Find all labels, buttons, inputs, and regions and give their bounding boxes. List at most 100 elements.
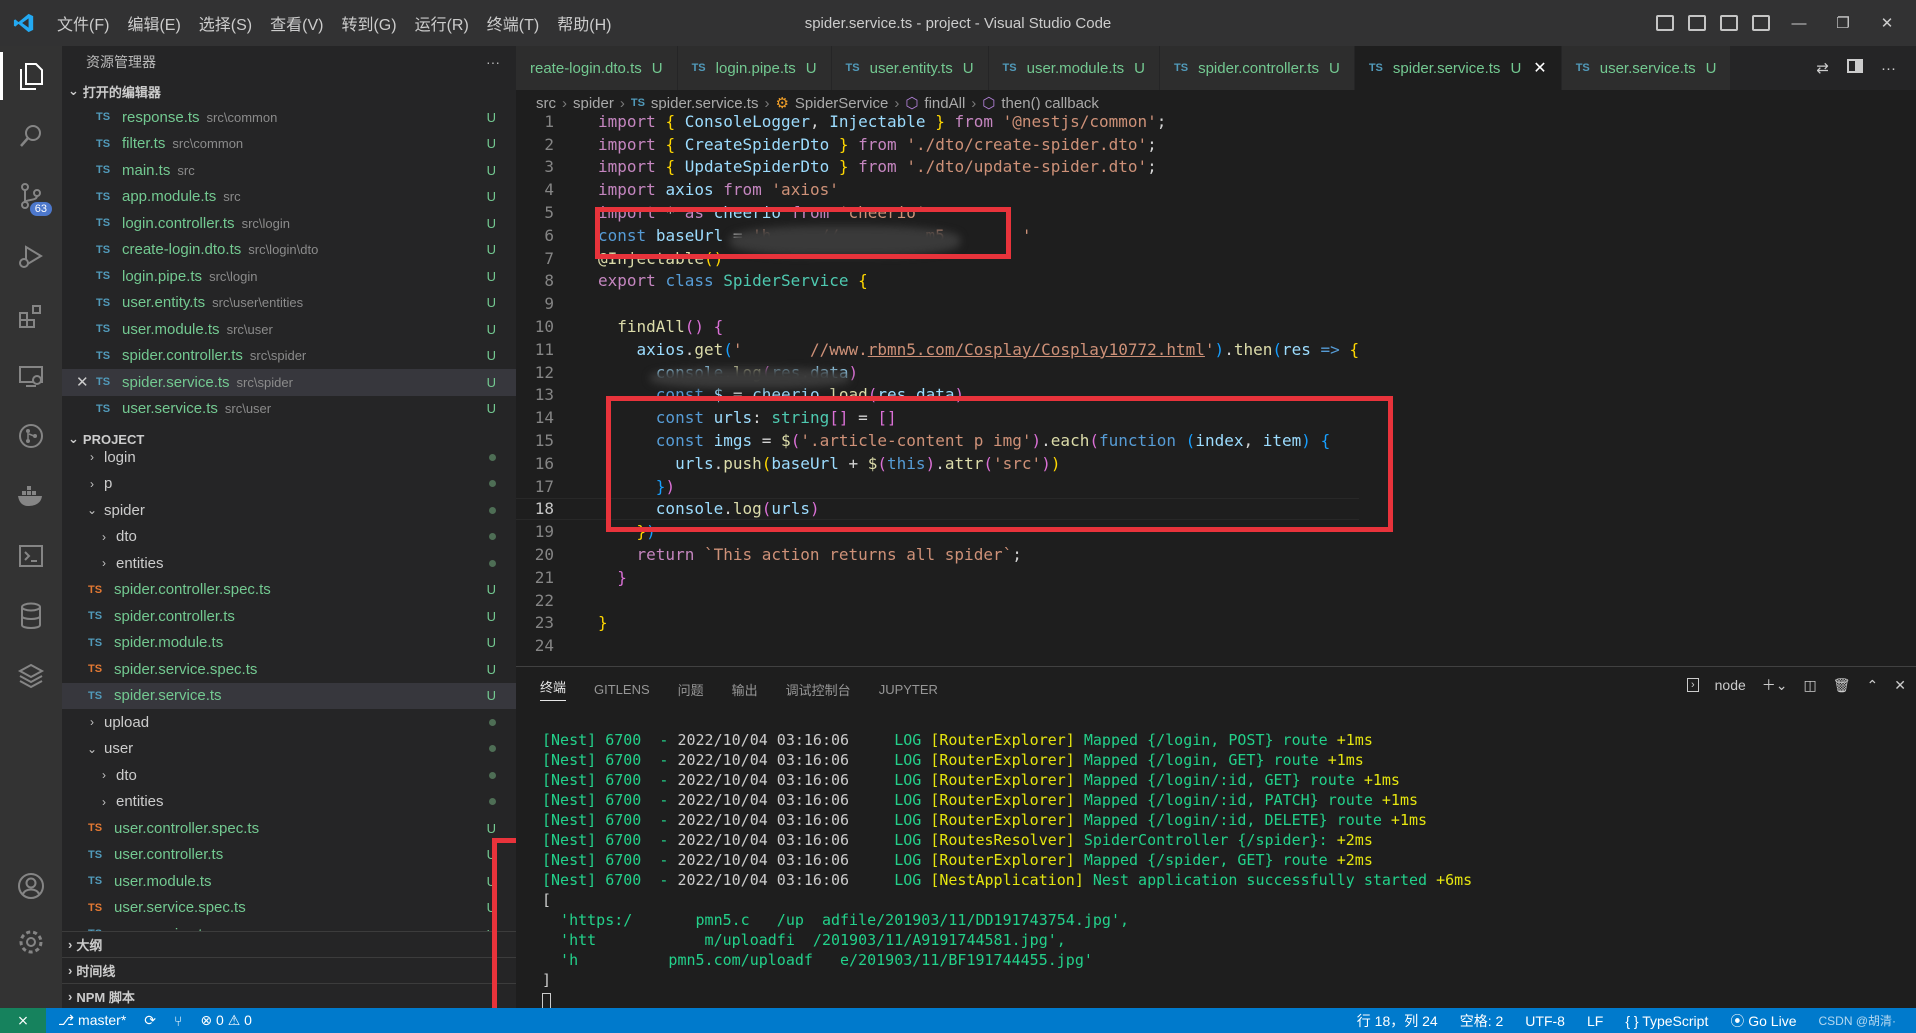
code-line[interactable]: 17 }) — [516, 475, 1359, 498]
code-line[interactable]: 1 import { ConsoleLogger, Injectable } fr… — [516, 110, 1359, 133]
code-line[interactable]: 5 import * as cheerio from 'cheerio' — [516, 201, 1359, 224]
remote-indicator-icon[interactable]: ⨯ — [0, 1008, 46, 1033]
menu-item[interactable]: 帮助(H) — [548, 11, 620, 35]
terminal-view-icon[interactable] — [0, 526, 62, 586]
menu-item[interactable]: 运行(R) — [406, 11, 478, 35]
code-line[interactable]: 16 urls.push(baseUrl + $(this).attr('src… — [516, 452, 1359, 475]
code-line[interactable]: 4 import axios from 'axios' — [516, 178, 1359, 201]
menu-item[interactable]: 文件(F) — [48, 11, 118, 35]
customize-layout-icon[interactable] — [1752, 15, 1770, 31]
editor-tab[interactable]: reate-login.dto.ts U — [516, 46, 678, 90]
code-line[interactable]: 2 import { CreateSpiderDto } from './dto/… — [516, 133, 1359, 156]
layers-icon[interactable] — [0, 646, 62, 706]
code-line[interactable]: 15 const imgs = $('.article-content p im… — [516, 429, 1359, 452]
code-line[interactable]: 18 console.log(urls) — [516, 497, 1360, 521]
account-icon[interactable] — [0, 856, 62, 916]
tree-file[interactable]: TS user.service.ts U — [62, 921, 516, 931]
npm-scripts-section[interactable]: › NPM 脚本 — [62, 983, 516, 1009]
code-line[interactable]: 9 — [516, 292, 1359, 315]
settings-gear-icon[interactable] — [0, 912, 62, 972]
open-editor-item[interactable]: TS login.pipe.ts src\login U — [62, 263, 516, 290]
open-editor-item[interactable]: TS filter.ts src\common U — [62, 131, 516, 158]
menu-item[interactable]: 查看(V) — [261, 11, 332, 35]
restore-icon[interactable]: ❐ — [1828, 14, 1858, 32]
extensions-icon[interactable] — [0, 286, 62, 346]
tree-file[interactable]: TS spider.service.spec.ts U — [62, 656, 516, 683]
more-actions-icon[interactable]: ··· — [1881, 60, 1896, 77]
breadcrumb-callback[interactable]: then() callback — [1001, 95, 1099, 112]
tree-folder[interactable]: › entities — [62, 550, 516, 577]
code-line[interactable]: 14 const urls: string[] = [] — [516, 406, 1359, 429]
open-editor-item[interactable]: ✕ TS spider.service.ts src\spider U — [62, 369, 516, 396]
tree-file[interactable]: TS user.controller.ts U — [62, 842, 516, 869]
tree-folder[interactable]: › dto — [62, 524, 516, 551]
code-line[interactable]: 10 findAll() { — [516, 315, 1359, 338]
tree-folder[interactable]: ⌄ user — [62, 736, 516, 763]
code-line[interactable]: 8 export class SpiderService { — [516, 270, 1359, 293]
close-tab-icon[interactable]: ✕ — [1533, 58, 1546, 78]
split-terminal-icon[interactable]: ◫ — [1804, 677, 1817, 694]
open-editor-item[interactable]: TS create-login.dto.ts src\login\dto U — [62, 237, 516, 264]
panel-tab[interactable]: 调试控制台 — [786, 680, 851, 699]
toggle-secondary-sidebar-icon[interactable] — [1720, 15, 1738, 31]
tree-folder[interactable]: ⌄ spider — [62, 497, 516, 524]
outline-section[interactable]: › 大纲 — [62, 931, 516, 957]
branch-indicator[interactable]: ⎇ master* — [58, 1012, 126, 1029]
breadcrumb-spider[interactable]: spider — [573, 95, 614, 112]
open-editor-item[interactable]: TS main.ts src U — [62, 157, 516, 184]
menu-item[interactable]: 终端(T) — [478, 11, 548, 35]
code-line[interactable]: 21 } — [516, 566, 1359, 589]
editor-tab[interactable]: TS login.pipe.ts U — [677, 46, 832, 90]
explorer-icon[interactable] — [0, 46, 62, 106]
tree-file[interactable]: TS user.controller.spec.ts U — [62, 815, 516, 842]
tree-folder[interactable]: › login — [62, 444, 516, 471]
tree-file[interactable]: TS user.service.spec.ts U — [62, 895, 516, 922]
menu-item[interactable]: 转到(G) — [332, 11, 405, 35]
encoding[interactable]: UTF-8 — [1525, 1013, 1565, 1029]
breadcrumb-file[interactable]: spider.service.ts — [651, 95, 759, 112]
tree-folder[interactable]: › p — [62, 471, 516, 498]
code-line[interactable]: 12 console.log(res.data) — [516, 361, 1359, 384]
code-line[interactable]: 22 — [516, 589, 1359, 612]
tree-folder[interactable]: › upload — [62, 709, 516, 736]
remote-explorer-icon[interactable] — [0, 346, 62, 406]
panel-tab[interactable]: 输出 — [732, 680, 758, 699]
menu-item[interactable]: 编辑(E) — [118, 11, 189, 35]
tree-file[interactable]: TS spider.controller.spec.ts U — [62, 577, 516, 604]
code-line[interactable]: 20 return `This action returns all spide… — [516, 543, 1359, 566]
toggle-sidebar-icon[interactable] — [1656, 15, 1674, 31]
problems-indicator[interactable]: ⊗ 0 ⚠ 0 — [200, 1012, 252, 1029]
editor-tab[interactable]: TS user.service.ts U — [1561, 46, 1732, 90]
open-editor-item[interactable]: TS app.module.ts src U — [62, 184, 516, 211]
toggle-panel-icon[interactable] — [1688, 15, 1706, 31]
gitlens-icon[interactable] — [0, 406, 62, 466]
code-line[interactable]: 23} — [516, 612, 1359, 635]
minimize-icon[interactable]: — — [1784, 15, 1814, 32]
breadcrumb-class[interactable]: SpiderService — [795, 95, 888, 112]
panel-tab[interactable]: JUPYTER — [879, 682, 938, 697]
editor-tab[interactable]: TS spider.controller.ts U — [1160, 46, 1355, 90]
timeline-section[interactable]: › 时间线 — [62, 957, 516, 983]
docker-icon[interactable] — [0, 466, 62, 526]
close-window-icon[interactable]: ✕ — [1872, 14, 1902, 32]
breadcrumb-method[interactable]: findAll — [924, 95, 965, 112]
open-editor-item[interactable]: TS user.module.ts src\user U — [62, 316, 516, 343]
maximize-panel-icon[interactable]: ⌃ — [1867, 677, 1879, 694]
database-icon[interactable] — [0, 586, 62, 646]
tree-file[interactable]: TS spider.service.ts U — [62, 682, 516, 709]
panel-tab[interactable]: 终端 — [540, 677, 567, 701]
panel-tab[interactable]: GITLENS — [594, 682, 650, 697]
editor-tab[interactable]: TS user.module.ts U — [988, 46, 1161, 90]
code-line[interactable]: 24 — [516, 634, 1359, 657]
cursor-position[interactable]: 行 18，列 24 — [1357, 1011, 1438, 1031]
editor-tab[interactable]: TS spider.service.ts U ✕ — [1354, 46, 1562, 90]
close-icon[interactable]: ✕ — [76, 373, 89, 391]
source-control-status-icon[interactable]: ⑂ — [174, 1013, 182, 1029]
editor-tab[interactable]: TS user.entity.ts U — [831, 46, 989, 90]
indentation[interactable]: 空格: 2 — [1460, 1011, 1504, 1031]
terminal-output[interactable]: [Nest] 6700 - 2022/10/04 03:16:06 LOG [R… — [516, 711, 1916, 1011]
tree-folder[interactable]: › entities — [62, 789, 516, 816]
open-editors-section[interactable]: ⌄ 打开的编辑器 — [62, 78, 516, 104]
tree-file[interactable]: TS spider.controller.ts U — [62, 603, 516, 630]
code-line[interactable]: 13 const $ = cheerio.load(res.data) — [516, 384, 1359, 407]
